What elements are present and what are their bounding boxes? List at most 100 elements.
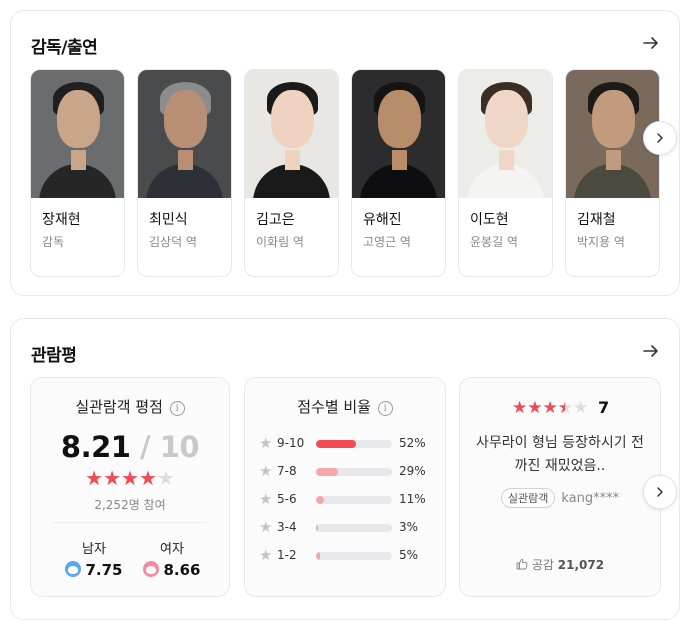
distribution-percent: 5% [399, 548, 419, 562]
star-icon: ★ [259, 434, 273, 452]
rating-score: 8.21 / 10 [60, 430, 200, 464]
info-icon[interactable]: i [377, 401, 393, 416]
rating-score-max: 10 [159, 430, 200, 464]
divider [53, 522, 207, 523]
star-icon: ★★ [156, 466, 175, 490]
participant-count: 2,252명 참여 [94, 498, 166, 512]
cast-photo [245, 70, 338, 198]
distribution-bar [316, 552, 392, 560]
distribution-row: ★ 9-10 52% [259, 434, 437, 452]
star-icon: ★ [259, 546, 273, 564]
rating-stars: ★★★★★★★★★★ [31, 468, 229, 489]
distribution-row: ★ 3-4 3% [259, 518, 437, 536]
thumbs-up-icon [516, 559, 528, 570]
cast-section-title: 감독/출연 [31, 38, 98, 58]
rating-heading-label: 실관람객 평점 [75, 398, 163, 416]
cast-item[interactable]: 최민식김상덕 역 [137, 69, 232, 277]
cast-role: 박지용 역 [577, 235, 625, 249]
review-score: 7 [598, 398, 610, 417]
female-score: 8.66 [163, 561, 201, 579]
review-stars: ★★★★★★★★★ [512, 398, 588, 417]
info-icon[interactable]: i [169, 401, 185, 416]
female-rating: 여자 8.66 [137, 538, 207, 579]
star-icon: ★★ [527, 398, 543, 418]
distribution-heading-label: 점수별 비율 [297, 398, 371, 416]
star-icon: ★ [259, 518, 273, 536]
distribution-bar-fill [316, 440, 356, 448]
distribution-bar-fill [316, 552, 320, 560]
male-rating: 남자 7.75 [59, 538, 129, 579]
star-icon: ★ [259, 462, 273, 480]
cast-role: 이화림 역 [256, 235, 304, 249]
male-avatar-icon [65, 561, 82, 577]
review-more-arrow-icon[interactable] [641, 341, 661, 361]
star-icon: ★ [259, 490, 273, 508]
cast-photo [138, 70, 231, 198]
cast-item[interactable]: 이도현윤봉길 역 [458, 69, 553, 277]
cast-name: 유해진 [363, 212, 402, 228]
distribution-row: ★ 7-8 29% [259, 462, 437, 480]
distribution-bar-fill [316, 524, 319, 532]
cast-photo [31, 70, 124, 198]
star-icon: ★ [573, 398, 589, 418]
star-icon: ★★ [542, 398, 558, 418]
chevron-right-icon [657, 133, 663, 143]
cast-name: 김고은 [256, 212, 295, 228]
cast-role: 윤봉길 역 [470, 235, 518, 249]
male-score: 7.75 [85, 561, 123, 579]
rating-panel: 실관람객 평점 i 8.21 / 10 ★★★★★★★★★★ 2,252명 참여… [30, 377, 230, 597]
cast-name: 장재현 [42, 212, 81, 228]
distribution-bar-fill [316, 468, 339, 476]
star-icon: ★★ [512, 398, 528, 418]
star-icon: ★★ [103, 466, 122, 490]
distribution-bar [316, 440, 392, 448]
cast-card: 감독/출연 장재현 감독 최민식 김상덕 역 김고은 이화림 역 유해진 고영근 역 이도현 윤봉… [10, 10, 680, 296]
distribution-heading: 점수별 비율 i [245, 396, 445, 417]
rating-score-value: 8.21 [60, 430, 131, 464]
distribution-label: 1-2 [277, 548, 297, 562]
cast-photo [352, 70, 445, 198]
cast-name: 이도현 [470, 212, 509, 228]
distribution-bar-fill [316, 496, 325, 504]
female-avatar-icon [143, 561, 160, 577]
distribution-label: 3-4 [277, 520, 297, 534]
viewer-badge: 실관람객 [500, 488, 556, 508]
cast-item[interactable]: 김재철 박지용 역 [565, 69, 660, 277]
review-next-button[interactable] [643, 475, 677, 509]
like-label: 공감 [531, 558, 554, 572]
cast-item[interactable]: 유해진 고영근 역 [351, 69, 446, 277]
distribution-panel: 점수별 비율 i ★ 9-10 52% ★ 7-8 29% ★ 5-6 11% ★ 3-4 3% ★ 1-… [244, 377, 446, 597]
star-icon: ★★ [85, 466, 104, 490]
distribution-bar [316, 524, 392, 532]
cast-item[interactable]: 장재현 감독 [30, 69, 125, 277]
like-button[interactable]: 공감 21,072 [460, 556, 660, 573]
distribution-percent: 29% [399, 464, 426, 478]
distribution-label: 5-6 [277, 492, 297, 506]
distribution-percent: 52% [399, 436, 426, 450]
distribution-label: 7-8 [277, 464, 297, 478]
distribution-label: 9-10 [277, 436, 305, 450]
distribution-percent: 11% [399, 492, 426, 506]
cast-more-arrow-icon[interactable] [641, 33, 661, 53]
review-text: 사무라이 형님 등장하시기 전까진 재밌었음.. [476, 435, 644, 474]
rating-heading: 실관람객 평점 i [31, 396, 229, 417]
star-icon: ★★ [121, 466, 139, 490]
like-count: 21,072 [557, 558, 605, 572]
cast-role: 김상덕 역 [149, 235, 197, 249]
distribution-bar [316, 468, 392, 476]
chevron-right-icon [657, 487, 663, 497]
cast-photo [459, 70, 552, 198]
review-user: kang**** [561, 491, 620, 506]
review-panel[interactable]: ★★★★★★★★★ 7 사무라이 형님 등장하시기 전까진 재밌었음.. 실관람… [459, 377, 661, 597]
review-card: 관람평 실관람객 평점 i 8.21 / 10 ★★★★★★★★★★ 2,252… [10, 318, 680, 620]
review-section-title: 관람평 [31, 346, 77, 366]
star-icon: ★★ [138, 466, 157, 490]
distribution-percent: 3% [399, 520, 419, 534]
female-label: 여자 [160, 542, 184, 557]
cast-item[interactable]: 김고은이화림 역 [244, 69, 339, 277]
cast-list: 장재현 감독 최민식 김상덕 역 김고은 이화림 역 유해진 고영근 역 이도현 윤봉길 역 김재철… [30, 69, 662, 277]
male-label: 남자 [82, 542, 106, 557]
cast-name: 최민식 [149, 212, 188, 228]
cast-next-button[interactable] [643, 121, 677, 155]
distribution-bar [316, 496, 392, 504]
